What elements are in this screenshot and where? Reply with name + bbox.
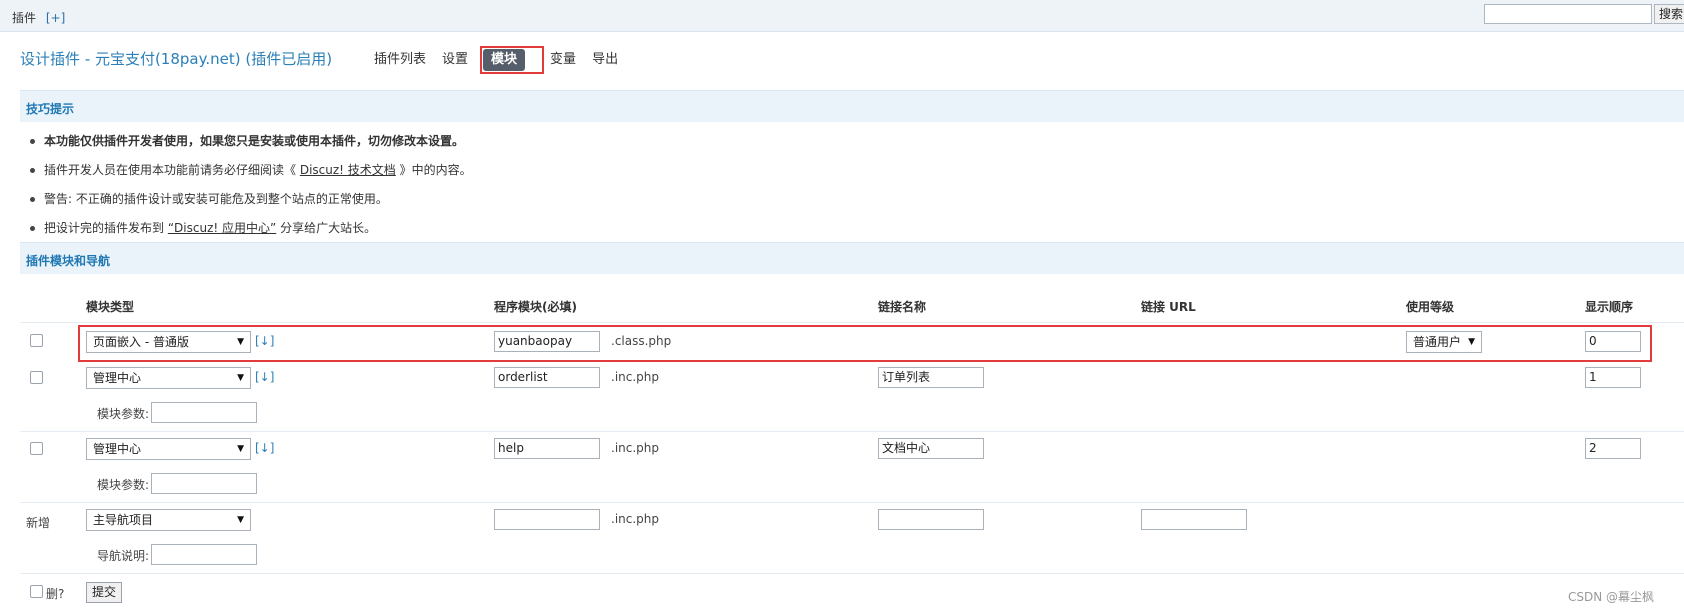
delete-checkbox[interactable] bbox=[30, 585, 43, 598]
program-suffix: .class.php bbox=[611, 334, 672, 348]
title-bar: 设计插件 - 元宝支付(18pay.net) (插件已启用) 插件列表 设置 模… bbox=[0, 34, 1684, 84]
nav-export[interactable]: 导出 bbox=[592, 50, 618, 70]
modules-header-title: 插件模块和导航 bbox=[26, 254, 111, 268]
program-input[interactable]: help bbox=[494, 438, 600, 459]
reorder-button[interactable]: [↓] bbox=[255, 334, 274, 348]
top-bar-left: 插件 [+] bbox=[12, 9, 65, 26]
tips-header: 技巧提示 bbox=[20, 90, 1684, 122]
module-type-select[interactable]: 管理中心 ▼ bbox=[86, 367, 251, 389]
module-type-select[interactable]: 管理中心 ▼ bbox=[86, 438, 251, 460]
nav-desc-input[interactable] bbox=[151, 544, 257, 565]
discuz-docs-link[interactable]: Discuz! 技术文档 bbox=[300, 163, 396, 177]
tips-list: 本功能仅供插件开发者使用，如果您只是安装或使用本插件，切勿修改本设置。 插件开发… bbox=[28, 133, 1628, 249]
link-name-input[interactable]: 订单列表 bbox=[878, 367, 984, 388]
tip-text: 分享给广大站长。 bbox=[280, 221, 377, 235]
order-input[interactable]: 0 bbox=[1585, 331, 1641, 352]
module-type-value: 管理中心 bbox=[93, 442, 142, 456]
search-input[interactable] bbox=[1484, 4, 1652, 24]
tip-text: 插件开发人员在使用本功能前请务必仔细阅读《 bbox=[44, 163, 297, 177]
tip-item: 插件开发人员在使用本功能前请务必仔细阅读《 Discuz! 技术文档 》中的内容… bbox=[28, 162, 1628, 191]
new-module-type-value: 主导航项目 bbox=[93, 513, 154, 527]
new-program-suffix: .inc.php bbox=[611, 512, 660, 526]
row-divider bbox=[20, 573, 1684, 574]
module-type-value: 页面嵌入 - 普通版 bbox=[93, 335, 189, 349]
row-select-checkbox[interactable] bbox=[30, 442, 43, 455]
dropdown-arrow-icon: ▼ bbox=[237, 444, 244, 454]
reorder-button[interactable]: [↓] bbox=[255, 441, 274, 455]
reorder-button[interactable]: [↓] bbox=[255, 370, 274, 384]
nav-settings[interactable]: 设置 bbox=[442, 50, 468, 70]
module-param-label: 模块参数: bbox=[97, 478, 150, 492]
new-row-label: 新增 bbox=[26, 516, 51, 530]
tip-text: 把设计完的插件发布到 bbox=[44, 221, 165, 235]
tip-item: 本功能仅供插件开发者使用，如果您只是安装或使用本插件，切勿修改本设置。 bbox=[28, 133, 1628, 162]
col-header-level: 使用等级 bbox=[1406, 300, 1455, 314]
col-header-link-name: 链接名称 bbox=[878, 300, 927, 314]
module-param-input[interactable] bbox=[151, 402, 257, 423]
module-type-value: 管理中心 bbox=[93, 371, 142, 385]
module-param-input[interactable] bbox=[151, 473, 257, 494]
add-plugin-link[interactable]: [+] bbox=[46, 11, 65, 25]
top-bar: 插件 [+] 搜索 bbox=[0, 0, 1684, 32]
row-select-checkbox[interactable] bbox=[30, 371, 43, 384]
row-divider bbox=[20, 431, 1684, 432]
new-program-input[interactable] bbox=[494, 509, 600, 530]
col-header-link-url: 链接 URL bbox=[1141, 300, 1196, 314]
module-param-label: 模块参数: bbox=[97, 407, 150, 421]
row-select-checkbox[interactable] bbox=[30, 334, 43, 347]
modules-header: 插件模块和导航 bbox=[20, 242, 1684, 274]
top-bar-label: 插件 bbox=[12, 11, 37, 25]
program-suffix: .inc.php bbox=[611, 441, 660, 455]
nav-desc-label: 导航说明: bbox=[97, 549, 150, 563]
new-link-name-input[interactable] bbox=[878, 509, 984, 530]
col-header-order: 显示顺序 bbox=[1585, 300, 1634, 314]
dropdown-arrow-icon: ▼ bbox=[237, 515, 244, 525]
nav-plugin-list[interactable]: 插件列表 bbox=[374, 50, 426, 70]
row-divider bbox=[20, 322, 1684, 323]
delete-label: 删? bbox=[46, 587, 65, 601]
level-select[interactable]: 普通用户 ▼ bbox=[1406, 331, 1482, 353]
page-title: 设计插件 - 元宝支付(18pay.net) (插件已启用) bbox=[20, 50, 333, 68]
dropdown-arrow-icon: ▼ bbox=[237, 337, 244, 347]
dropdown-arrow-icon: ▼ bbox=[1468, 337, 1475, 347]
order-input[interactable]: 2 bbox=[1585, 438, 1641, 459]
row-divider bbox=[20, 502, 1684, 503]
plugin-nav: 插件列表 设置 模块 变量 导出 bbox=[374, 46, 634, 74]
dropdown-arrow-icon: ▼ bbox=[237, 373, 244, 383]
program-suffix: .inc.php bbox=[611, 370, 660, 384]
program-input[interactable]: yuanbaopay bbox=[494, 331, 600, 352]
nav-modules-highlight: 模块 bbox=[480, 46, 545, 74]
watermark: CSDN @幕尘枫 bbox=[1568, 590, 1655, 604]
nav-modules[interactable]: 模块 bbox=[483, 49, 526, 71]
program-input[interactable]: orderlist bbox=[494, 367, 600, 388]
new-link-url-input[interactable] bbox=[1141, 509, 1247, 530]
tips-header-title: 技巧提示 bbox=[26, 102, 75, 116]
col-header-type: 模块类型 bbox=[86, 300, 135, 314]
tip-item: 警告: 不正确的插件设计或安装可能危及到整个站点的正常使用。 bbox=[28, 191, 1628, 220]
link-name-input[interactable]: 文档中心 bbox=[878, 438, 984, 459]
module-type-select[interactable]: 页面嵌入 - 普通版 ▼ bbox=[86, 331, 251, 353]
nav-vars[interactable]: 变量 bbox=[550, 50, 576, 70]
new-module-type-select[interactable]: 主导航项目 ▼ bbox=[86, 509, 251, 531]
discuz-appcenter-link[interactable]: “Discuz! 应用中心” bbox=[168, 221, 276, 235]
level-value: 普通用户 bbox=[1413, 335, 1462, 349]
submit-button[interactable]: 提交 bbox=[86, 582, 122, 603]
tip-text: 》中的内容。 bbox=[399, 163, 472, 177]
col-header-program: 程序模块(必填) bbox=[494, 300, 577, 314]
order-input[interactable]: 1 bbox=[1585, 367, 1641, 388]
search-button[interactable]: 搜索 bbox=[1654, 4, 1684, 24]
